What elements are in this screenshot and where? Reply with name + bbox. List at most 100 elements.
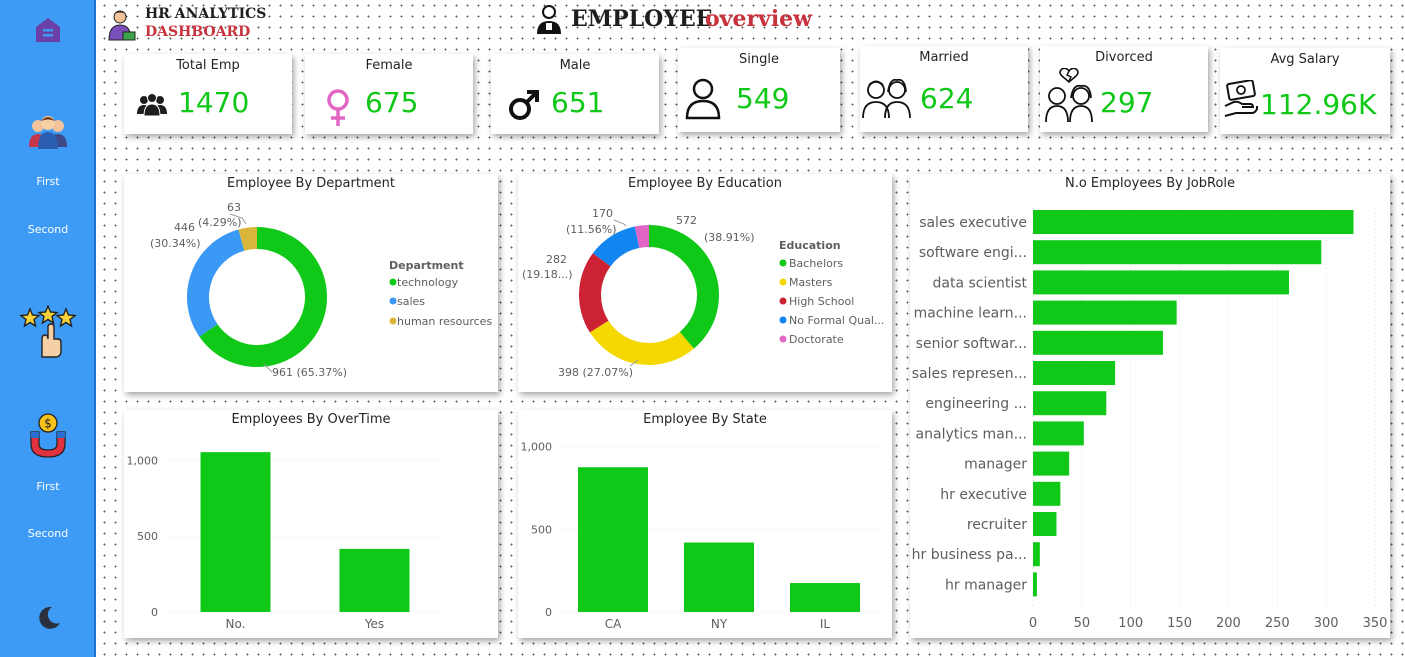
legend-item-doctorate[interactable]: Doctorate [789,333,844,346]
donut-slice-high-school[interactable] [579,253,611,333]
people-icon [29,116,67,149]
bar-hr-manager[interactable] [1033,572,1037,597]
broken-heart-icon [1045,68,1093,123]
title-overview: overview [705,6,813,32]
data-label-hr-pct: (4.29%) [198,216,242,229]
data-label-highschool-pct: (19.18...) [522,268,573,281]
chart-employees-by-overtime: Employees By OverTime 0 500 1,000 No. Yes [124,410,498,638]
bar-machine-learn[interactable] [1033,300,1177,325]
legend-item-sales[interactable]: sales [397,295,425,308]
bar-yes[interactable] [339,548,410,612]
y-tick-label: data scientist [932,275,1027,291]
x-tick-label: CA [605,617,622,631]
logo-line-2: DASHBOARD [145,24,251,40]
legend-item-masters[interactable]: Masters [789,276,833,289]
y-tick-label: sales executive [919,215,1027,231]
legend-item-technology[interactable]: technology [397,276,459,289]
data-label-highschool-count: 282 [546,253,567,266]
rating-nav-button[interactable] [0,304,96,363]
employee-badge-icon [537,5,561,34]
x-tick-label: NY [711,617,728,631]
y-tick-label: sales represen... [912,366,1027,382]
page-title: EMPLOYEE overview [535,4,865,38]
y-tick-label: machine learn... [914,306,1027,322]
legend-dot-human-resources [389,317,397,325]
employees-nav-button[interactable] [0,113,96,155]
data-label-bachelors-count: 572 [676,214,697,227]
overtime-bar-svg: 0 500 1,000 No. Yes [127,452,444,631]
y-tick-label: 1,000 [521,441,553,454]
y-tick-label: 1,000 [127,454,159,467]
home-icon [36,18,60,42]
y-tick-label: hr manager [945,577,1027,593]
bar-hr-business-pa[interactable] [1033,542,1040,567]
kpi-card-male: Male 651 [491,54,659,134]
y-tick-label: analytics man... [916,426,1027,442]
state-bar-svg: 0 500 1,000 CA NY IL [521,441,878,631]
x-tick-label: No. [226,617,246,631]
y-tick-label: recruiter [967,517,1027,533]
bar-ny[interactable] [684,542,754,612]
y-tick-label: hr executive [940,487,1027,503]
bar-data-scientist[interactable] [1033,270,1290,295]
nav-label-second-2[interactable]: Second [0,527,96,540]
kpi-label: Total Emp [176,58,240,73]
kpi-value: 549 [736,82,790,115]
bar-ca[interactable] [578,467,648,612]
bar-recruiter[interactable] [1033,512,1057,536]
dashboard-logo: HR ANALYTICS DASHBOARD [108,6,348,44]
male-icon [509,90,539,120]
kpi-label: Male [559,58,591,73]
y-tick-label: 0 [545,606,552,619]
bar-sales-executive[interactable] [1033,210,1354,234]
money-magnet-icon: $ [30,413,66,458]
legend-item-noformal[interactable]: No Formal Qual... [789,314,884,327]
y-tick-label: senior softwar... [916,336,1027,352]
kpi-value: 675 [365,86,419,119]
y-tick-label: 0 [151,606,158,619]
y-tick-label: engineering ... [925,396,1027,412]
legend-item-highschool[interactable]: High School [789,295,854,308]
data-label-masters: 398 (27.07%) [558,366,633,379]
nav-label-first-1[interactable]: First [0,175,96,188]
legend-item-human-resources[interactable]: human resources [397,315,492,328]
title-employee: EMPLOYEE [571,6,713,32]
legend-dot-doctorate [779,335,787,343]
chart-employees-by-jobrole: N.o Employees By JobRole 0 50 100 150 200 250… [910,174,1390,638]
legend-item-bachelors[interactable]: Bachelors [789,257,843,270]
logo-line-1: HR ANALYTICS [145,6,267,22]
bar-analytics-man[interactable] [1033,421,1084,446]
data-label-bachelors-pct: (38.91%) [704,231,755,244]
theme-toggle-button[interactable] [0,604,96,636]
kpi-value: 112.96K [1260,88,1377,121]
legend-title: Department [389,259,464,272]
manager-icon [108,10,136,41]
bar-software-engi[interactable] [1033,240,1322,265]
kpi-value: 651 [551,86,605,119]
x-tick-label: 0 [1029,616,1037,631]
home-button[interactable] [0,16,96,48]
donut-slice-masters[interactable] [589,320,694,365]
bar-senior-softwar[interactable] [1033,330,1163,355]
salary-nav-button[interactable]: $ [0,412,96,462]
y-tick-label: software engi... [919,245,1027,261]
bar-hr-executive[interactable] [1033,481,1061,506]
bar-engineering[interactable] [1033,391,1107,416]
nav-label-second-1[interactable]: Second [0,223,96,236]
moon-icon [39,606,60,629]
bar-sales-represen[interactable] [1033,361,1116,385]
kpi-card-married: Married 624 [860,46,1028,132]
nav-label-first-2[interactable]: First [0,480,96,493]
bar-il[interactable] [790,583,860,612]
bar-manager[interactable] [1033,451,1070,476]
kpi-label: Female [365,58,413,73]
kpi-card-single: Single 549 [678,48,840,132]
bar-no[interactable] [200,452,271,612]
legend-dot-noformal [779,316,787,324]
y-tick-label: hr business pa... [912,547,1027,563]
person-icon [685,78,721,120]
legend-dot-bachelors [779,259,787,267]
x-tick-label: IL [820,617,831,631]
kpi-card-avg-salary: Avg Salary 112.96K [1220,48,1390,134]
legend-dot-sales [389,297,397,305]
